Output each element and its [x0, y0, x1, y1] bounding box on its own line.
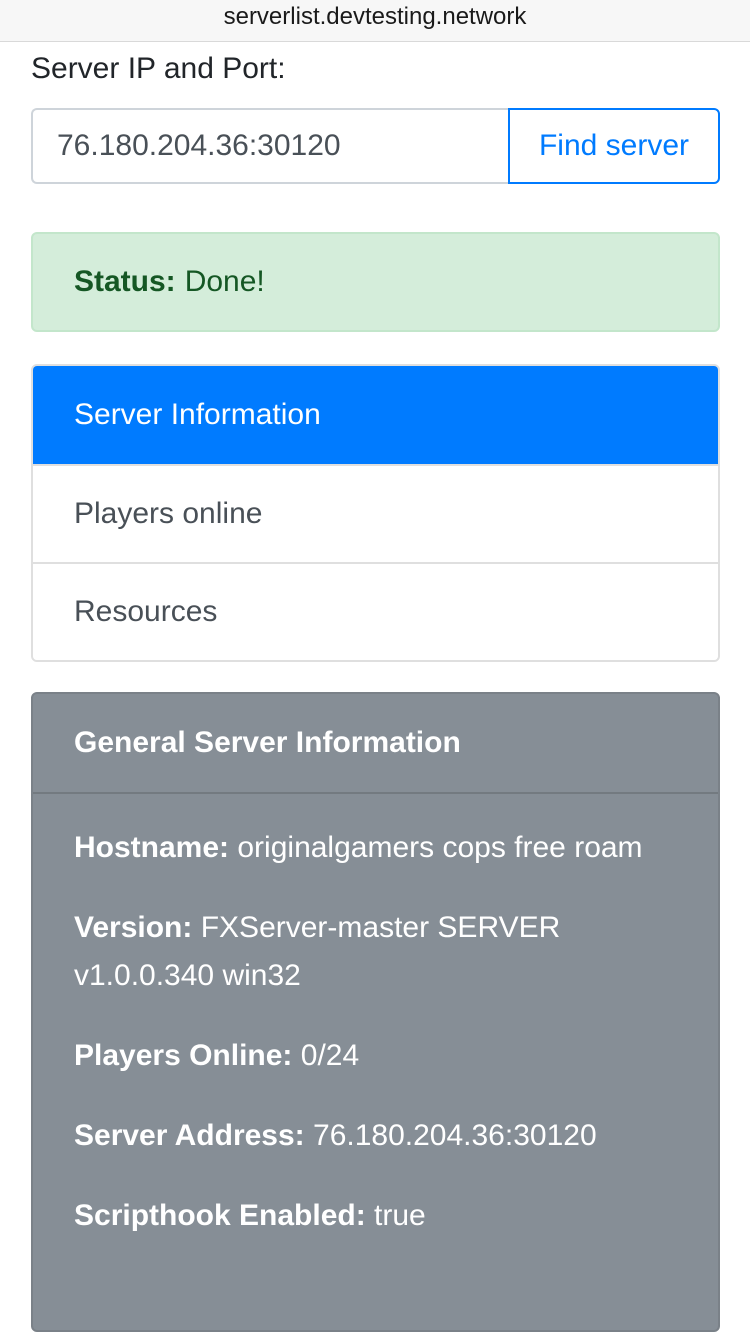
info-key: Hostname:	[74, 831, 230, 864]
server-ip-label: Server IP and Port:	[31, 52, 286, 85]
tab-resources[interactable]: Resources	[33, 562, 718, 660]
status-text: Done!	[184, 265, 265, 298]
general-server-info-card: General Server Information Hostname: ori…	[31, 692, 720, 1332]
tab-server-information[interactable]: Server Information	[33, 366, 718, 464]
info-row-scripthook: Scripthook Enabled: true	[74, 1192, 677, 1240]
tab-players-online[interactable]: Players online	[33, 464, 718, 562]
status-alert: Status: Done!	[31, 232, 720, 332]
url-text: serverlist.devtesting.network	[223, 2, 527, 30]
server-tabs: Server Information Players online Resour…	[31, 364, 720, 662]
info-value: 76.180.204.36:30120	[313, 1119, 597, 1152]
info-value: 0/24	[300, 1039, 360, 1072]
card-title: General Server Information	[33, 694, 718, 794]
info-row-players-online: Players Online: 0/24	[74, 1032, 677, 1080]
server-ip-input[interactable]	[31, 108, 508, 184]
info-value: originalgamers cops free roam	[237, 831, 643, 864]
browser-url-bar[interactable]: serverlist.devtesting.network	[0, 0, 750, 42]
info-key: Server Address:	[74, 1119, 305, 1152]
info-row-server-address: Server Address: 76.180.204.36:30120	[74, 1112, 677, 1160]
status-label: Status:	[74, 265, 176, 298]
info-key: Version:	[74, 911, 193, 944]
info-row-version: Version: FXServer-master SERVER v1.0.0.3…	[74, 904, 677, 1000]
find-server-button[interactable]: Find server	[508, 108, 720, 184]
card-body: Hostname: originalgamers cops free roam …	[33, 794, 718, 1240]
info-value: true	[374, 1199, 426, 1232]
info-key: Players Online:	[74, 1039, 293, 1072]
info-key: Scripthook Enabled:	[74, 1199, 366, 1232]
info-row-hostname: Hostname: originalgamers cops free roam	[74, 824, 677, 872]
server-search-group: Find server	[31, 108, 720, 184]
